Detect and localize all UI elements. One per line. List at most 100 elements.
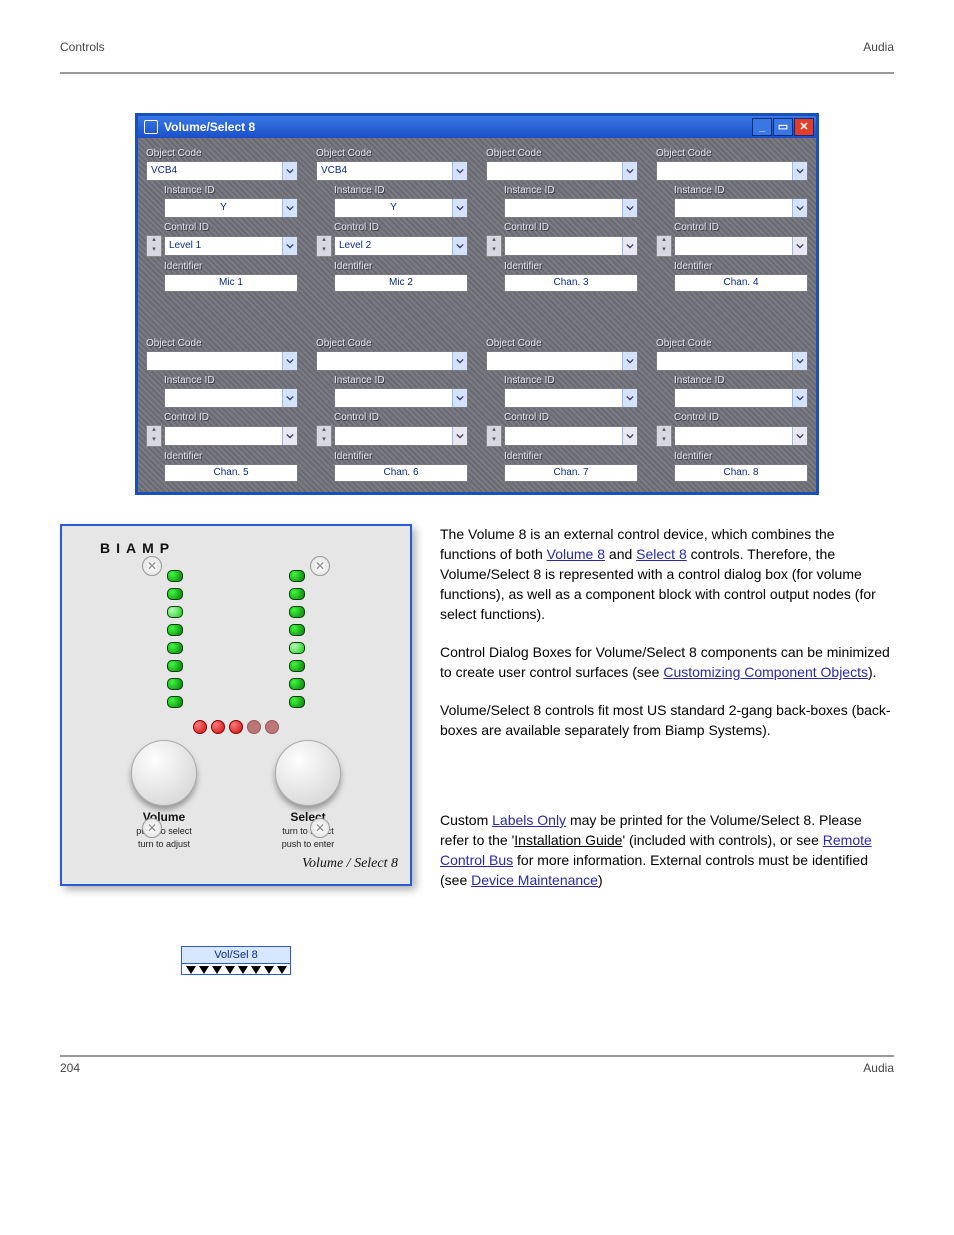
instance-id-combo[interactable]: Y <box>334 198 468 218</box>
identifier-field[interactable]: Mic 1 <box>164 274 298 292</box>
chevron-down-icon[interactable] <box>622 199 637 217</box>
control-id-combo <box>504 426 638 446</box>
chevron-down-icon[interactable] <box>622 389 637 407</box>
chevron-down-icon[interactable] <box>792 389 807 407</box>
chevron-down-icon[interactable] <box>282 352 297 370</box>
paragraph-2: Control Dialog Boxes for Volume/Select 8… <box>440 642 894 682</box>
chevron-down-icon <box>622 237 637 255</box>
control-id-combo[interactable]: Level 2 <box>334 236 468 256</box>
channel-cell: Object Code VCB4 Instance ID Y Control I… <box>146 144 298 292</box>
spinner[interactable]: ▴▾ <box>146 235 162 257</box>
spinner: ▴▾ <box>486 235 502 257</box>
label-control-id: Control ID <box>164 222 298 233</box>
window-icon <box>144 120 158 134</box>
label-instance-id: Instance ID <box>334 375 468 386</box>
instance-id-combo[interactable] <box>674 388 808 408</box>
channel-cell: Object Code Instance ID Control ID▴▾ Ide… <box>486 334 638 482</box>
chevron-down-icon <box>452 427 467 445</box>
label-object-code: Object Code <box>146 148 298 159</box>
chevron-down-icon[interactable] <box>282 389 297 407</box>
screw-icon: ✕ <box>310 818 330 838</box>
channel-cell: Object Code Instance ID Control ID▴▾ Ide… <box>146 334 298 482</box>
titlebar[interactable]: Volume/Select 8 _ ▭ ✕ <box>138 116 816 138</box>
chevron-down-icon[interactable] <box>792 162 807 180</box>
footer-page: 204 <box>60 1061 80 1075</box>
chevron-down-icon[interactable] <box>452 389 467 407</box>
screw-icon: ✕ <box>142 818 162 838</box>
label-instance-id: Instance ID <box>164 185 298 196</box>
maximize-button[interactable]: ▭ <box>773 118 793 136</box>
volume-knob[interactable] <box>131 740 197 806</box>
chevron-down-icon <box>622 427 637 445</box>
link-labels-only[interactable]: Labels Only <box>492 812 566 828</box>
object-code-combo[interactable] <box>486 161 638 181</box>
identifier-field[interactable]: Chan. 6 <box>334 464 468 482</box>
object-code-combo[interactable] <box>486 351 638 371</box>
label-object-code: Object Code <box>486 338 638 349</box>
spinner: ▴▾ <box>146 425 162 447</box>
identifier-field[interactable]: Chan. 4 <box>674 274 808 292</box>
label-control-id: Control ID <box>504 222 638 233</box>
led-column-left <box>167 570 183 708</box>
spinner[interactable]: ▴▾ <box>316 235 332 257</box>
object-code-combo[interactable]: VCB4 <box>316 161 468 181</box>
volume-knob-sub2: turn to adjust <box>131 839 197 850</box>
chevron-down-icon[interactable] <box>282 237 297 255</box>
object-code-combo[interactable] <box>146 351 298 371</box>
link-volume8[interactable]: Volume 8 <box>547 546 605 562</box>
control-id-combo <box>164 426 298 446</box>
control-id-combo <box>674 236 808 256</box>
control-id-combo[interactable]: Level 1 <box>164 236 298 256</box>
led-column-right <box>289 570 305 708</box>
identifier-field[interactable]: Chan. 7 <box>504 464 638 482</box>
instance-id-combo[interactable] <box>164 388 298 408</box>
spinner: ▴▾ <box>316 425 332 447</box>
instance-id-combo[interactable] <box>504 198 638 218</box>
label-object-code: Object Code <box>656 338 808 349</box>
link-device-maintenance[interactable]: Device Maintenance <box>471 872 598 888</box>
biamp-faceplate: BIAMP ✕ ✕ <box>60 524 412 886</box>
chevron-down-icon[interactable] <box>452 199 467 217</box>
label-control-id: Control ID <box>504 412 638 423</box>
vol-sel-block[interactable]: Vol/Sel 8 <box>181 946 291 975</box>
object-code-combo[interactable] <box>656 161 808 181</box>
instance-id-combo[interactable]: Y <box>164 198 298 218</box>
select-knob[interactable] <box>275 740 341 806</box>
chevron-down-icon[interactable] <box>622 352 637 370</box>
vol-sel-block-nodes <box>182 964 290 974</box>
minimize-button[interactable]: _ <box>752 118 772 136</box>
link-select8[interactable]: Select 8 <box>636 546 687 562</box>
object-code-combo[interactable] <box>316 351 468 371</box>
identifier-field[interactable]: Chan. 8 <box>674 464 808 482</box>
label-identifier: Identifier <box>334 451 468 462</box>
instance-id-combo[interactable] <box>334 388 468 408</box>
label-instance-id: Instance ID <box>674 375 808 386</box>
identifier-field[interactable]: Chan. 5 <box>164 464 298 482</box>
close-button[interactable]: ✕ <box>794 118 814 136</box>
spinner: ▴▾ <box>656 235 672 257</box>
label-control-id: Control ID <box>334 222 468 233</box>
chevron-down-icon[interactable] <box>792 199 807 217</box>
chevron-down-icon[interactable] <box>452 352 467 370</box>
chevron-down-icon[interactable] <box>792 352 807 370</box>
label-object-code: Object Code <box>486 148 638 159</box>
chevron-down-icon[interactable] <box>452 237 467 255</box>
chevron-down-icon[interactable] <box>282 199 297 217</box>
object-code-combo[interactable] <box>656 351 808 371</box>
identifier-field[interactable]: Mic 2 <box>334 274 468 292</box>
select-knob-label: Select <box>275 810 341 824</box>
chevron-down-icon[interactable] <box>282 162 297 180</box>
instance-id-combo[interactable] <box>674 198 808 218</box>
link-customizing[interactable]: Customizing Component Objects <box>663 664 868 680</box>
header-section: Controls <box>60 40 105 54</box>
object-code-combo[interactable]: VCB4 <box>146 161 298 181</box>
instance-id-combo[interactable] <box>504 388 638 408</box>
label-instance-id: Instance ID <box>504 375 638 386</box>
chevron-down-icon[interactable] <box>452 162 467 180</box>
identifier-field[interactable]: Chan. 3 <box>504 274 638 292</box>
chevron-down-icon <box>792 427 807 445</box>
label-identifier: Identifier <box>504 261 638 272</box>
chevron-down-icon[interactable] <box>622 162 637 180</box>
label-identifier: Identifier <box>164 451 298 462</box>
header-divider <box>60 72 894 74</box>
